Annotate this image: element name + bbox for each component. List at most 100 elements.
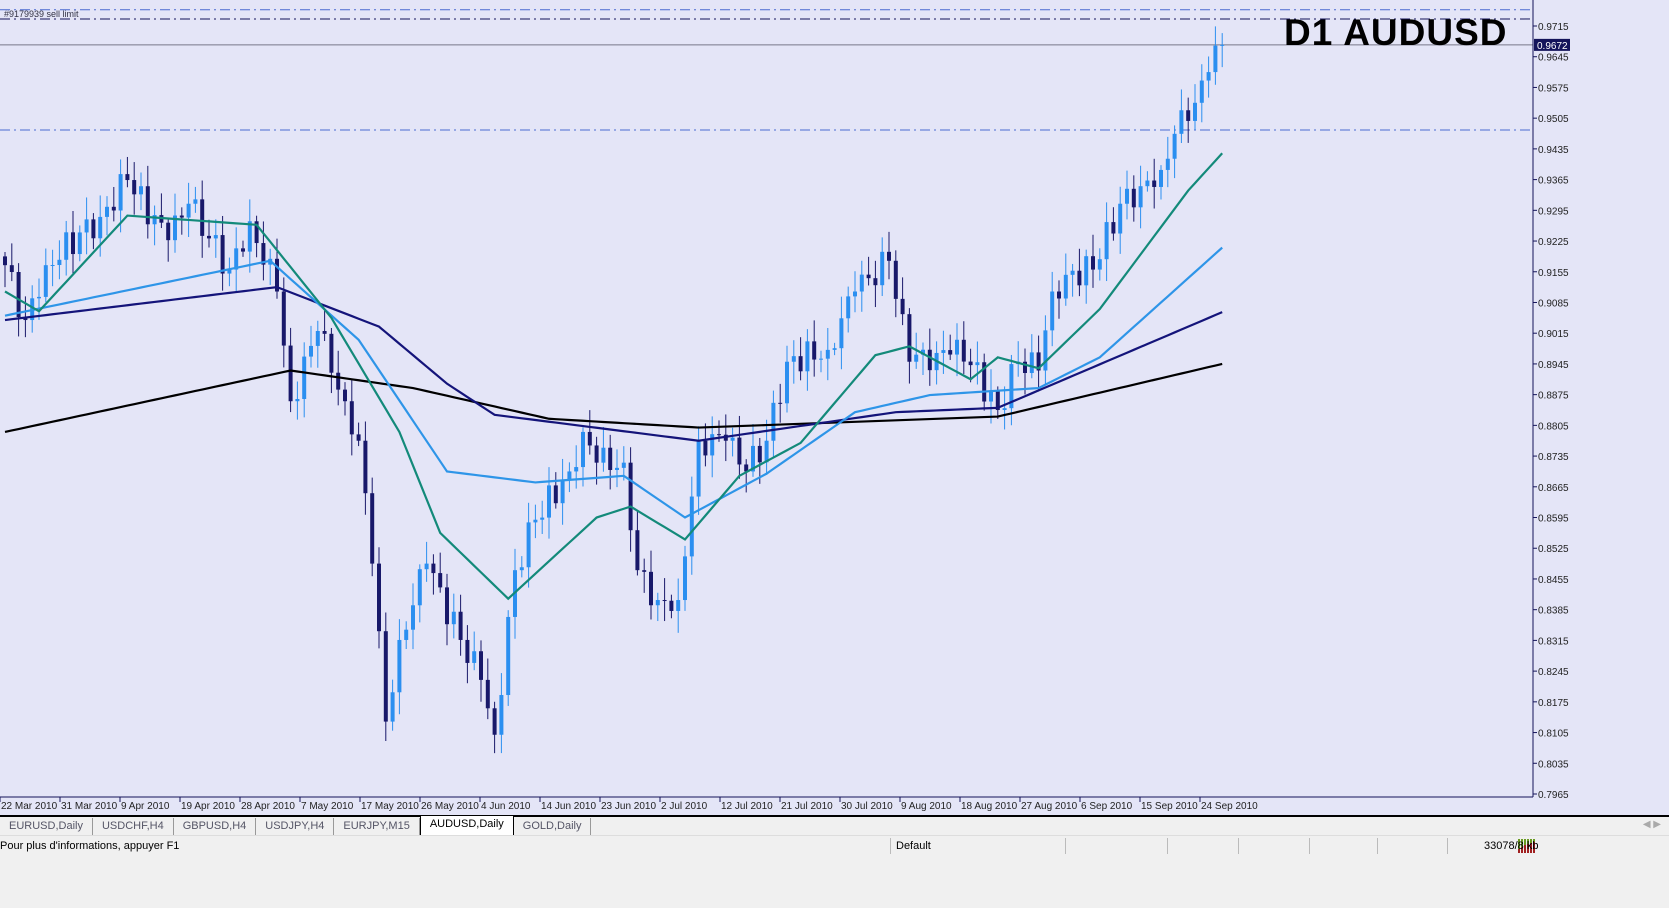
bull-candle <box>118 174 123 211</box>
bull-candle <box>302 356 307 400</box>
bull-candle <box>139 186 143 195</box>
bear-candle <box>553 485 558 504</box>
bear-candle <box>9 265 14 273</box>
y-tick-label: 0.8175 <box>1538 698 1569 709</box>
x-tick-label: 28 Apr 2010 <box>241 801 295 812</box>
bull-candle <box>247 221 252 252</box>
bear-candle <box>900 298 905 315</box>
bull-candle <box>1206 72 1211 81</box>
bull-candle <box>730 437 735 441</box>
x-tick-label: 22 Mar 2010 <box>1 801 58 812</box>
y-tick-label: 0.8245 <box>1538 667 1569 678</box>
bull-candle <box>955 339 959 355</box>
bear-candle <box>349 401 354 435</box>
bull-candle <box>825 349 830 359</box>
bull-candle <box>581 431 585 468</box>
bull-candle <box>519 567 524 571</box>
bear-candle <box>458 611 463 640</box>
price-chart[interactable]: 0.9715 0.9645 0.9575 0.9505 0.9435 0.9365 0.92… <box>0 0 1669 815</box>
bear-candle <box>873 278 878 286</box>
y-tick-label: 0.8665 <box>1538 483 1569 494</box>
status-bar: Pour plus d'informations, appuyer F1 Def… <box>0 835 1669 856</box>
current-price-label: 0.9672 <box>1537 41 1568 52</box>
bull-candle <box>785 361 789 404</box>
tab-scroll-arrows-icon[interactable]: ◀ ▶ <box>1643 819 1661 830</box>
bear-candle <box>907 314 912 362</box>
bear-candle <box>363 440 368 494</box>
bear-candle <box>717 434 721 436</box>
x-tick-label: 4 Jun 2010 <box>481 801 531 812</box>
bull-candle <box>295 399 300 402</box>
bear-candle <box>111 206 116 211</box>
bear-candle <box>438 573 443 588</box>
tab-gold-daily[interactable]: GOLD,Daily <box>514 818 592 836</box>
bull-candle <box>1159 169 1163 187</box>
bull-candle <box>560 479 565 504</box>
bear-candle <box>383 631 388 722</box>
bull-candle <box>1220 44 1225 46</box>
bull-candle <box>105 206 109 217</box>
y-tick-label: 0.8735 <box>1538 452 1569 463</box>
bull-candle <box>805 341 810 372</box>
bear-candle <box>635 530 640 571</box>
x-tick-label: 9 Aug 2010 <box>901 801 952 812</box>
bull-candle <box>540 517 545 520</box>
chart-area[interactable]: 0.9715 0.9645 0.9575 0.9505 0.9435 0.9365 0.92… <box>0 0 1669 815</box>
bear-candle <box>336 372 341 390</box>
bull-candle <box>213 235 218 239</box>
bear-candle <box>927 349 932 371</box>
tab-usdjpy-h4[interactable]: USDJPY,H4 <box>256 818 335 836</box>
x-tick-label: 27 Aug 2010 <box>1021 801 1078 812</box>
bear-candle <box>431 563 436 574</box>
bear-candle <box>329 333 334 373</box>
y-tick-label: 0.9645 <box>1538 53 1569 64</box>
x-tick-label: 23 Jun 2010 <box>601 801 656 812</box>
bull-candle <box>914 354 919 362</box>
bull-candle <box>50 265 55 267</box>
bear-candle <box>1131 188 1136 208</box>
x-tick-label: 9 Apr 2010 <box>121 801 170 812</box>
bull-candle <box>1104 222 1109 260</box>
bull-candle <box>64 232 69 260</box>
bull-candle <box>567 471 572 480</box>
x-tick-label: 18 Aug 2010 <box>961 801 1018 812</box>
bear-candle <box>132 180 137 195</box>
bull-candle <box>1125 188 1129 204</box>
status-profile: Default <box>896 840 931 852</box>
bear-candle <box>608 447 613 470</box>
y-tick-label: 0.8875 <box>1538 391 1569 402</box>
bull-candle <box>77 232 82 255</box>
order-label: #9179939 sell limit <box>4 9 79 19</box>
tab-eurjpy-m15[interactable]: EURJPY,M15 <box>334 818 420 836</box>
bull-candle <box>689 496 694 557</box>
bull-candle <box>1179 110 1184 134</box>
bear-candle <box>968 361 973 366</box>
bull-candle <box>975 362 980 366</box>
bull-candle <box>547 485 551 518</box>
bull-candle <box>390 692 395 722</box>
bull-candle <box>1029 352 1034 374</box>
tab-eurusd-daily[interactable]: EURUSD,Daily <box>0 818 93 836</box>
x-tick-label: 15 Sep 2010 <box>1141 801 1198 812</box>
bear-candle <box>628 462 633 531</box>
bull-candle <box>193 199 198 204</box>
x-tick-label: 6 Sep 2010 <box>1081 801 1133 812</box>
bull-candle <box>574 467 579 472</box>
y-tick-label: 0.9295 <box>1538 206 1569 217</box>
bear-candle <box>370 493 375 564</box>
bull-candle <box>315 331 320 346</box>
bull-candle <box>1118 203 1123 234</box>
bear-candle <box>179 215 184 218</box>
x-tick-label: 17 May 2010 <box>361 801 419 812</box>
bear-candle <box>893 260 898 299</box>
bull-candle <box>472 651 477 663</box>
bear-candle <box>200 199 205 236</box>
bear-candle <box>866 274 871 279</box>
bear-candle <box>377 563 381 632</box>
bear-candle <box>3 256 7 266</box>
tab-gbpusd-h4[interactable]: GBPUSD,H4 <box>174 818 257 836</box>
bear-candle <box>281 291 286 346</box>
tab-usdchf-h4[interactable]: USDCHF,H4 <box>93 818 174 836</box>
tab-audusd-daily[interactable]: AUDUSD,Daily <box>419 816 514 837</box>
y-tick-label: 0.8805 <box>1538 421 1569 432</box>
